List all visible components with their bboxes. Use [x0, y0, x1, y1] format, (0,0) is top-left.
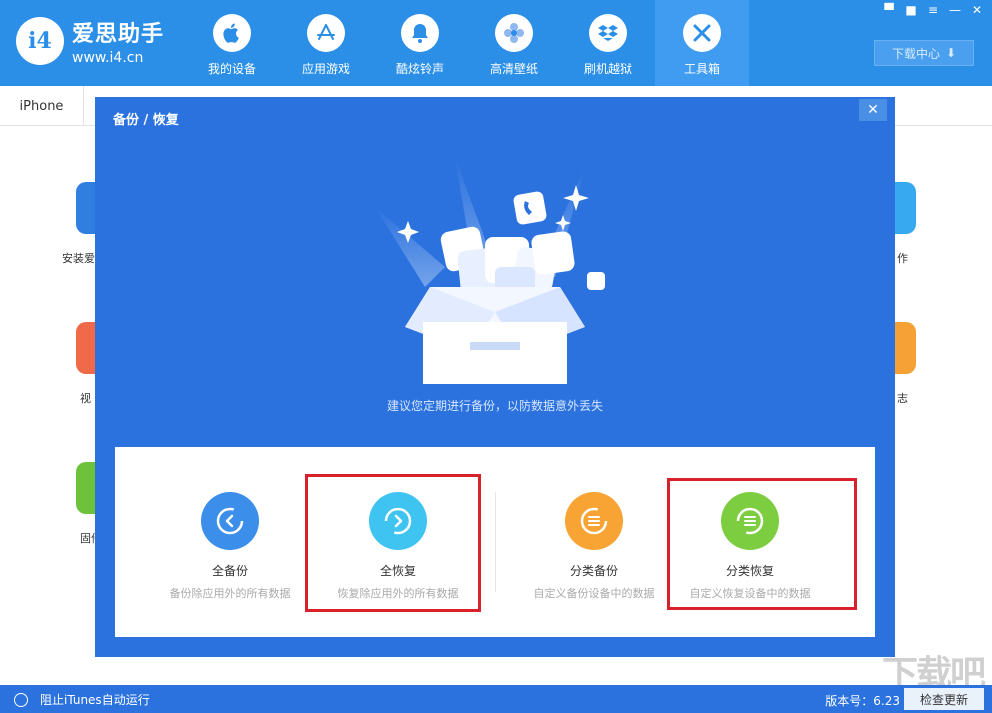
nav-flash-jailbreak[interactable]: 刷机越狱: [561, 0, 655, 86]
nav-label: 酷炫铃声: [395, 62, 444, 76]
nav-apps-games[interactable]: 应用游戏: [279, 0, 373, 86]
top-bar: i4 爱思助手 www.i4.cn 我的设备 应用游戏 酷炫铃声 高清壁纸 刷机…: [0, 0, 992, 86]
app-url: www.i4.cn: [72, 50, 144, 66]
nav-label: 高清壁纸: [489, 62, 538, 76]
close-window-icon[interactable]: ✕: [968, 2, 986, 18]
block-itunes-toggle[interactable]: 阻止iTunes自动运行: [14, 691, 150, 708]
option-name: 全备份: [211, 564, 248, 578]
app-title: 爱思助手: [72, 22, 165, 47]
bg-tool-label: 志: [897, 392, 908, 405]
full-backup-option[interactable]: 全备份 备份除应用外的所有数据: [145, 447, 315, 637]
dialog-title: 备份 / 恢复: [113, 113, 179, 128]
highlight-box-category-restore: [667, 478, 857, 610]
logo: i4 爱思助手 www.i4.cn: [16, 16, 164, 66]
nav-ringtones[interactable]: 酷炫铃声: [373, 0, 467, 86]
bell-icon: [401, 14, 439, 52]
category-backup-option[interactable]: 分类备份 自定义备份设备中的数据: [509, 447, 679, 637]
nav-toolbox[interactable]: 工具箱: [655, 0, 749, 86]
flower-icon: [495, 14, 533, 52]
block-itunes-label: 阻止iTunes自动运行: [40, 693, 150, 707]
bg-tool-label: 视: [80, 392, 91, 405]
minimize-icon[interactable]: —: [946, 2, 964, 18]
app-store-icon: [307, 14, 345, 52]
dialog-close-button[interactable]: ✕: [859, 99, 887, 121]
category-backup-icon: [565, 492, 623, 550]
nav-label: 我的设备: [207, 62, 256, 76]
main-nav: 我的设备 应用游戏 酷炫铃声 高清壁纸 刷机越狱 工具箱: [185, 0, 749, 86]
dropbox-icon: [589, 14, 627, 52]
bg-tool-label: 安装爱: [62, 252, 95, 265]
menu-icon[interactable]: ≡: [924, 2, 942, 18]
option-name: 分类备份: [569, 564, 618, 578]
backup-options-panel: 全备份 备份除应用外的所有数据 全恢复 恢复除应用外的所有数据 分类备份 自定义…: [115, 447, 875, 637]
full-backup-icon: [201, 492, 259, 550]
nav-label: 刷机越狱: [583, 62, 632, 76]
bg-tool-label: 作: [897, 252, 908, 265]
backup-tip: 建议您定期进行备份，以防数据意外丢失: [386, 399, 603, 413]
tools-icon: [683, 14, 721, 52]
highlight-box-full-restore: [305, 474, 481, 612]
radio-circle-icon: [14, 692, 28, 707]
app-window: i4 爱思助手 www.i4.cn 我的设备 应用游戏 酷炫铃声 高清壁纸 刷机…: [0, 0, 992, 713]
device-tab-iphone[interactable]: iPhone: [0, 86, 84, 126]
nav-label: 应用游戏: [301, 62, 350, 76]
status-bar: 阻止iTunes自动运行 版本号：6.23 检查更新: [0, 685, 992, 713]
nav-my-device[interactable]: 我的设备: [185, 0, 279, 86]
feedback-icon[interactable]: ▀: [880, 2, 898, 18]
option-desc: 自定义备份设备中的数据: [533, 587, 655, 600]
backup-restore-dialog: 备份 / 恢复 ✕ 建议您定期进行备份，以防数据意外丢失 全备份 备份除应用外的…: [95, 97, 895, 657]
nav-label: 工具箱: [683, 62, 720, 76]
nav-wallpapers[interactable]: 高清壁纸: [467, 0, 561, 86]
apple-icon: [213, 14, 251, 52]
option-desc: 备份除应用外的所有数据: [169, 587, 291, 600]
backup-box-illustration: [375, 157, 605, 384]
download-center-label: 下载中心: [891, 46, 940, 61]
window-controls: ▀ ■ ≡ — ✕: [880, 2, 986, 18]
download-arrow-icon: ⬇: [945, 46, 957, 60]
check-update-button[interactable]: 检查更新: [904, 688, 984, 710]
download-center-button[interactable]: 下载中心 ⬇: [874, 40, 974, 66]
skin-icon[interactable]: ■: [902, 2, 920, 18]
version-label: 版本号：6.23: [825, 694, 900, 708]
logo-icon: i4: [16, 17, 64, 65]
options-divider: [495, 492, 496, 592]
